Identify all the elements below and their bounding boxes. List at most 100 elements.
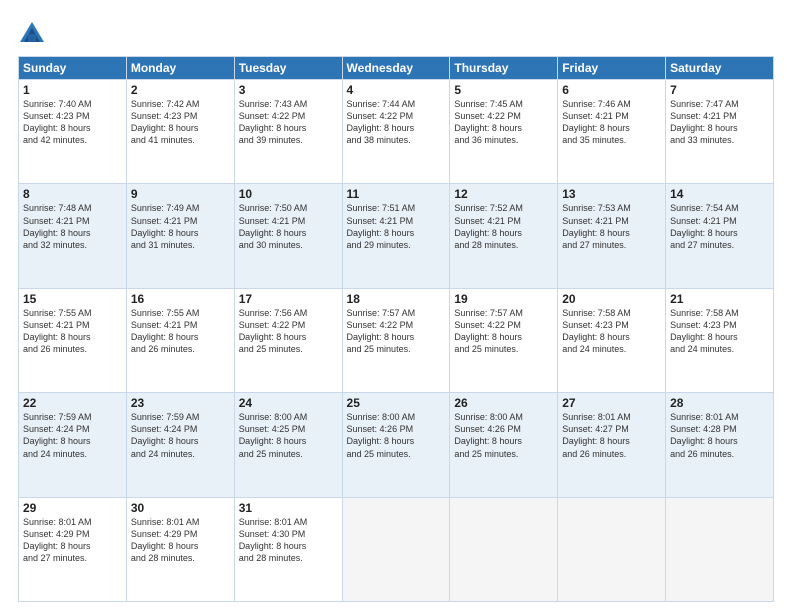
calendar-cell: 6 Sunrise: 7:46 AM Sunset: 4:21 PM Daylig… [558, 80, 666, 184]
calendar-cell: 4 Sunrise: 7:44 AM Sunset: 4:22 PM Daylig… [342, 80, 450, 184]
day-number: 10 [239, 187, 338, 201]
day-info: Sunrise: 7:52 AM Sunset: 4:21 PM Dayligh… [454, 203, 523, 249]
day-info: Sunrise: 7:44 AM Sunset: 4:22 PM Dayligh… [347, 99, 416, 145]
day-number: 2 [131, 83, 230, 97]
day-info: Sunrise: 8:01 AM Sunset: 4:30 PM Dayligh… [239, 517, 308, 563]
day-info: Sunrise: 8:01 AM Sunset: 4:29 PM Dayligh… [131, 517, 200, 563]
weekday-header-sunday: Sunday [19, 57, 127, 80]
calendar-cell: 2Sunrise: 7:42 AM Sunset: 4:23 PM Daylig… [126, 80, 234, 184]
calendar-cell: 29 Sunrise: 8:01 AM Sunset: 4:29 PM Dayli… [19, 497, 127, 601]
calendar-cell [450, 497, 558, 601]
calendar-cell [558, 497, 666, 601]
day-info: Sunrise: 7:56 AM Sunset: 4:22 PM Dayligh… [239, 308, 308, 354]
calendar-cell: 25 Sunrise: 8:00 AM Sunset: 4:26 PM Dayli… [342, 393, 450, 497]
day-number: 28 [670, 396, 769, 410]
calendar-cell: 8 Sunrise: 7:48 AM Sunset: 4:21 PM Daylig… [19, 184, 127, 288]
day-info: Sunrise: 7:59 AM Sunset: 4:24 PM Dayligh… [23, 412, 92, 458]
calendar-cell: 31 Sunrise: 8:01 AM Sunset: 4:30 PM Dayli… [234, 497, 342, 601]
calendar-cell: 22 Sunrise: 7:59 AM Sunset: 4:24 PM Dayli… [19, 393, 127, 497]
day-number: 18 [347, 292, 446, 306]
calendar-cell: 5 Sunrise: 7:45 AM Sunset: 4:22 PM Daylig… [450, 80, 558, 184]
calendar-header: SundayMondayTuesdayWednesdayThursdayFrid… [19, 57, 774, 80]
calendar-cell: 18Sunrise: 7:57 AM Sunset: 4:22 PM Dayli… [342, 288, 450, 392]
day-info: Sunrise: 7:55 AM Sunset: 4:21 PM Dayligh… [131, 308, 200, 354]
day-number: 6 [562, 83, 661, 97]
day-number: 16 [131, 292, 230, 306]
calendar-week-row: 29 Sunrise: 8:01 AM Sunset: 4:29 PM Dayli… [19, 497, 774, 601]
calendar-body: 1 Sunrise: 7:40 AM Sunset: 4:23 PM Daylig… [19, 80, 774, 602]
day-number: 11 [347, 187, 446, 201]
day-info: Sunrise: 7:43 AM Sunset: 4:22 PM Dayligh… [239, 99, 308, 145]
calendar-cell: 30 Sunrise: 8:01 AM Sunset: 4:29 PM Dayli… [126, 497, 234, 601]
calendar-cell: 27 Sunrise: 8:01 AM Sunset: 4:27 PM Dayli… [558, 393, 666, 497]
day-number: 9 [131, 187, 230, 201]
calendar-cell: 12 Sunrise: 7:52 AM Sunset: 4:21 PM Dayli… [450, 184, 558, 288]
calendar-cell: 7Sunrise: 7:47 AM Sunset: 4:21 PM Daylig… [666, 80, 774, 184]
calendar-cell: 28Sunrise: 8:01 AM Sunset: 4:28 PM Dayli… [666, 393, 774, 497]
day-info: Sunrise: 7:55 AM Sunset: 4:21 PM Dayligh… [23, 308, 92, 354]
weekday-header-thursday: Thursday [450, 57, 558, 80]
page: SundayMondayTuesdayWednesdayThursdayFrid… [0, 0, 792, 612]
day-number: 23 [131, 396, 230, 410]
weekday-row: SundayMondayTuesdayWednesdayThursdayFrid… [19, 57, 774, 80]
calendar-week-row: 8 Sunrise: 7:48 AM Sunset: 4:21 PM Daylig… [19, 184, 774, 288]
day-number: 1 [23, 83, 122, 97]
day-info: Sunrise: 7:49 AM Sunset: 4:21 PM Dayligh… [131, 203, 200, 249]
day-number: 22 [23, 396, 122, 410]
weekday-header-wednesday: Wednesday [342, 57, 450, 80]
header [18, 16, 774, 48]
day-info: Sunrise: 7:58 AM Sunset: 4:23 PM Dayligh… [562, 308, 631, 354]
day-info: Sunrise: 7:59 AM Sunset: 4:24 PM Dayligh… [131, 412, 200, 458]
day-number: 24 [239, 396, 338, 410]
day-number: 19 [454, 292, 553, 306]
calendar-cell: 21 Sunrise: 7:58 AM Sunset: 4:23 PM Dayli… [666, 288, 774, 392]
day-number: 20 [562, 292, 661, 306]
calendar-cell: 16 Sunrise: 7:55 AM Sunset: 4:21 PM Dayli… [126, 288, 234, 392]
day-number: 26 [454, 396, 553, 410]
day-number: 4 [347, 83, 446, 97]
calendar-cell: 24Sunrise: 8:00 AM Sunset: 4:25 PM Dayli… [234, 393, 342, 497]
day-number: 3 [239, 83, 338, 97]
logo [18, 20, 50, 48]
day-number: 27 [562, 396, 661, 410]
day-info: Sunrise: 7:46 AM Sunset: 4:21 PM Dayligh… [562, 99, 631, 145]
day-number: 30 [131, 501, 230, 515]
day-number: 17 [239, 292, 338, 306]
day-number: 21 [670, 292, 769, 306]
calendar-cell: 23 Sunrise: 7:59 AM Sunset: 4:24 PM Dayli… [126, 393, 234, 497]
weekday-header-monday: Monday [126, 57, 234, 80]
day-number: 29 [23, 501, 122, 515]
calendar-cell: 26 Sunrise: 8:00 AM Sunset: 4:26 PM Dayli… [450, 393, 558, 497]
day-info: Sunrise: 7:51 AM Sunset: 4:21 PM Dayligh… [347, 203, 416, 249]
day-number: 8 [23, 187, 122, 201]
calendar-week-row: 15Sunrise: 7:55 AM Sunset: 4:21 PM Dayli… [19, 288, 774, 392]
day-info: Sunrise: 8:00 AM Sunset: 4:26 PM Dayligh… [454, 412, 523, 458]
weekday-header-tuesday: Tuesday [234, 57, 342, 80]
calendar-cell: 10Sunrise: 7:50 AM Sunset: 4:21 PM Dayli… [234, 184, 342, 288]
calendar-cell: 11 Sunrise: 7:51 AM Sunset: 4:21 PM Dayli… [342, 184, 450, 288]
day-info: Sunrise: 8:00 AM Sunset: 4:26 PM Dayligh… [347, 412, 416, 458]
calendar-week-row: 1 Sunrise: 7:40 AM Sunset: 4:23 PM Daylig… [19, 80, 774, 184]
day-info: Sunrise: 8:01 AM Sunset: 4:29 PM Dayligh… [23, 517, 92, 563]
calendar-week-row: 22 Sunrise: 7:59 AM Sunset: 4:24 PM Dayli… [19, 393, 774, 497]
day-info: Sunrise: 7:54 AM Sunset: 4:21 PM Dayligh… [670, 203, 739, 249]
day-info: Sunrise: 7:57 AM Sunset: 4:22 PM Dayligh… [454, 308, 523, 354]
calendar-cell: 3 Sunrise: 7:43 AM Sunset: 4:22 PM Daylig… [234, 80, 342, 184]
calendar-cell: 17 Sunrise: 7:56 AM Sunset: 4:22 PM Dayli… [234, 288, 342, 392]
day-info: Sunrise: 7:47 AM Sunset: 4:21 PM Dayligh… [670, 99, 739, 145]
calendar-cell: 14 Sunrise: 7:54 AM Sunset: 4:21 PM Dayli… [666, 184, 774, 288]
day-info: Sunrise: 7:58 AM Sunset: 4:23 PM Dayligh… [670, 308, 739, 354]
day-info: Sunrise: 8:01 AM Sunset: 4:27 PM Dayligh… [562, 412, 631, 458]
day-number: 25 [347, 396, 446, 410]
day-info: Sunrise: 7:40 AM Sunset: 4:23 PM Dayligh… [23, 99, 92, 145]
calendar-cell: 20 Sunrise: 7:58 AM Sunset: 4:23 PM Dayli… [558, 288, 666, 392]
day-info: Sunrise: 7:45 AM Sunset: 4:22 PM Dayligh… [454, 99, 523, 145]
day-number: 12 [454, 187, 553, 201]
calendar-cell: 15Sunrise: 7:55 AM Sunset: 4:21 PM Dayli… [19, 288, 127, 392]
calendar-cell: 9 Sunrise: 7:49 AM Sunset: 4:21 PM Daylig… [126, 184, 234, 288]
day-number: 31 [239, 501, 338, 515]
day-info: Sunrise: 7:48 AM Sunset: 4:21 PM Dayligh… [23, 203, 92, 249]
calendar-cell: 19 Sunrise: 7:57 AM Sunset: 4:22 PM Dayli… [450, 288, 558, 392]
day-number: 14 [670, 187, 769, 201]
day-number: 5 [454, 83, 553, 97]
